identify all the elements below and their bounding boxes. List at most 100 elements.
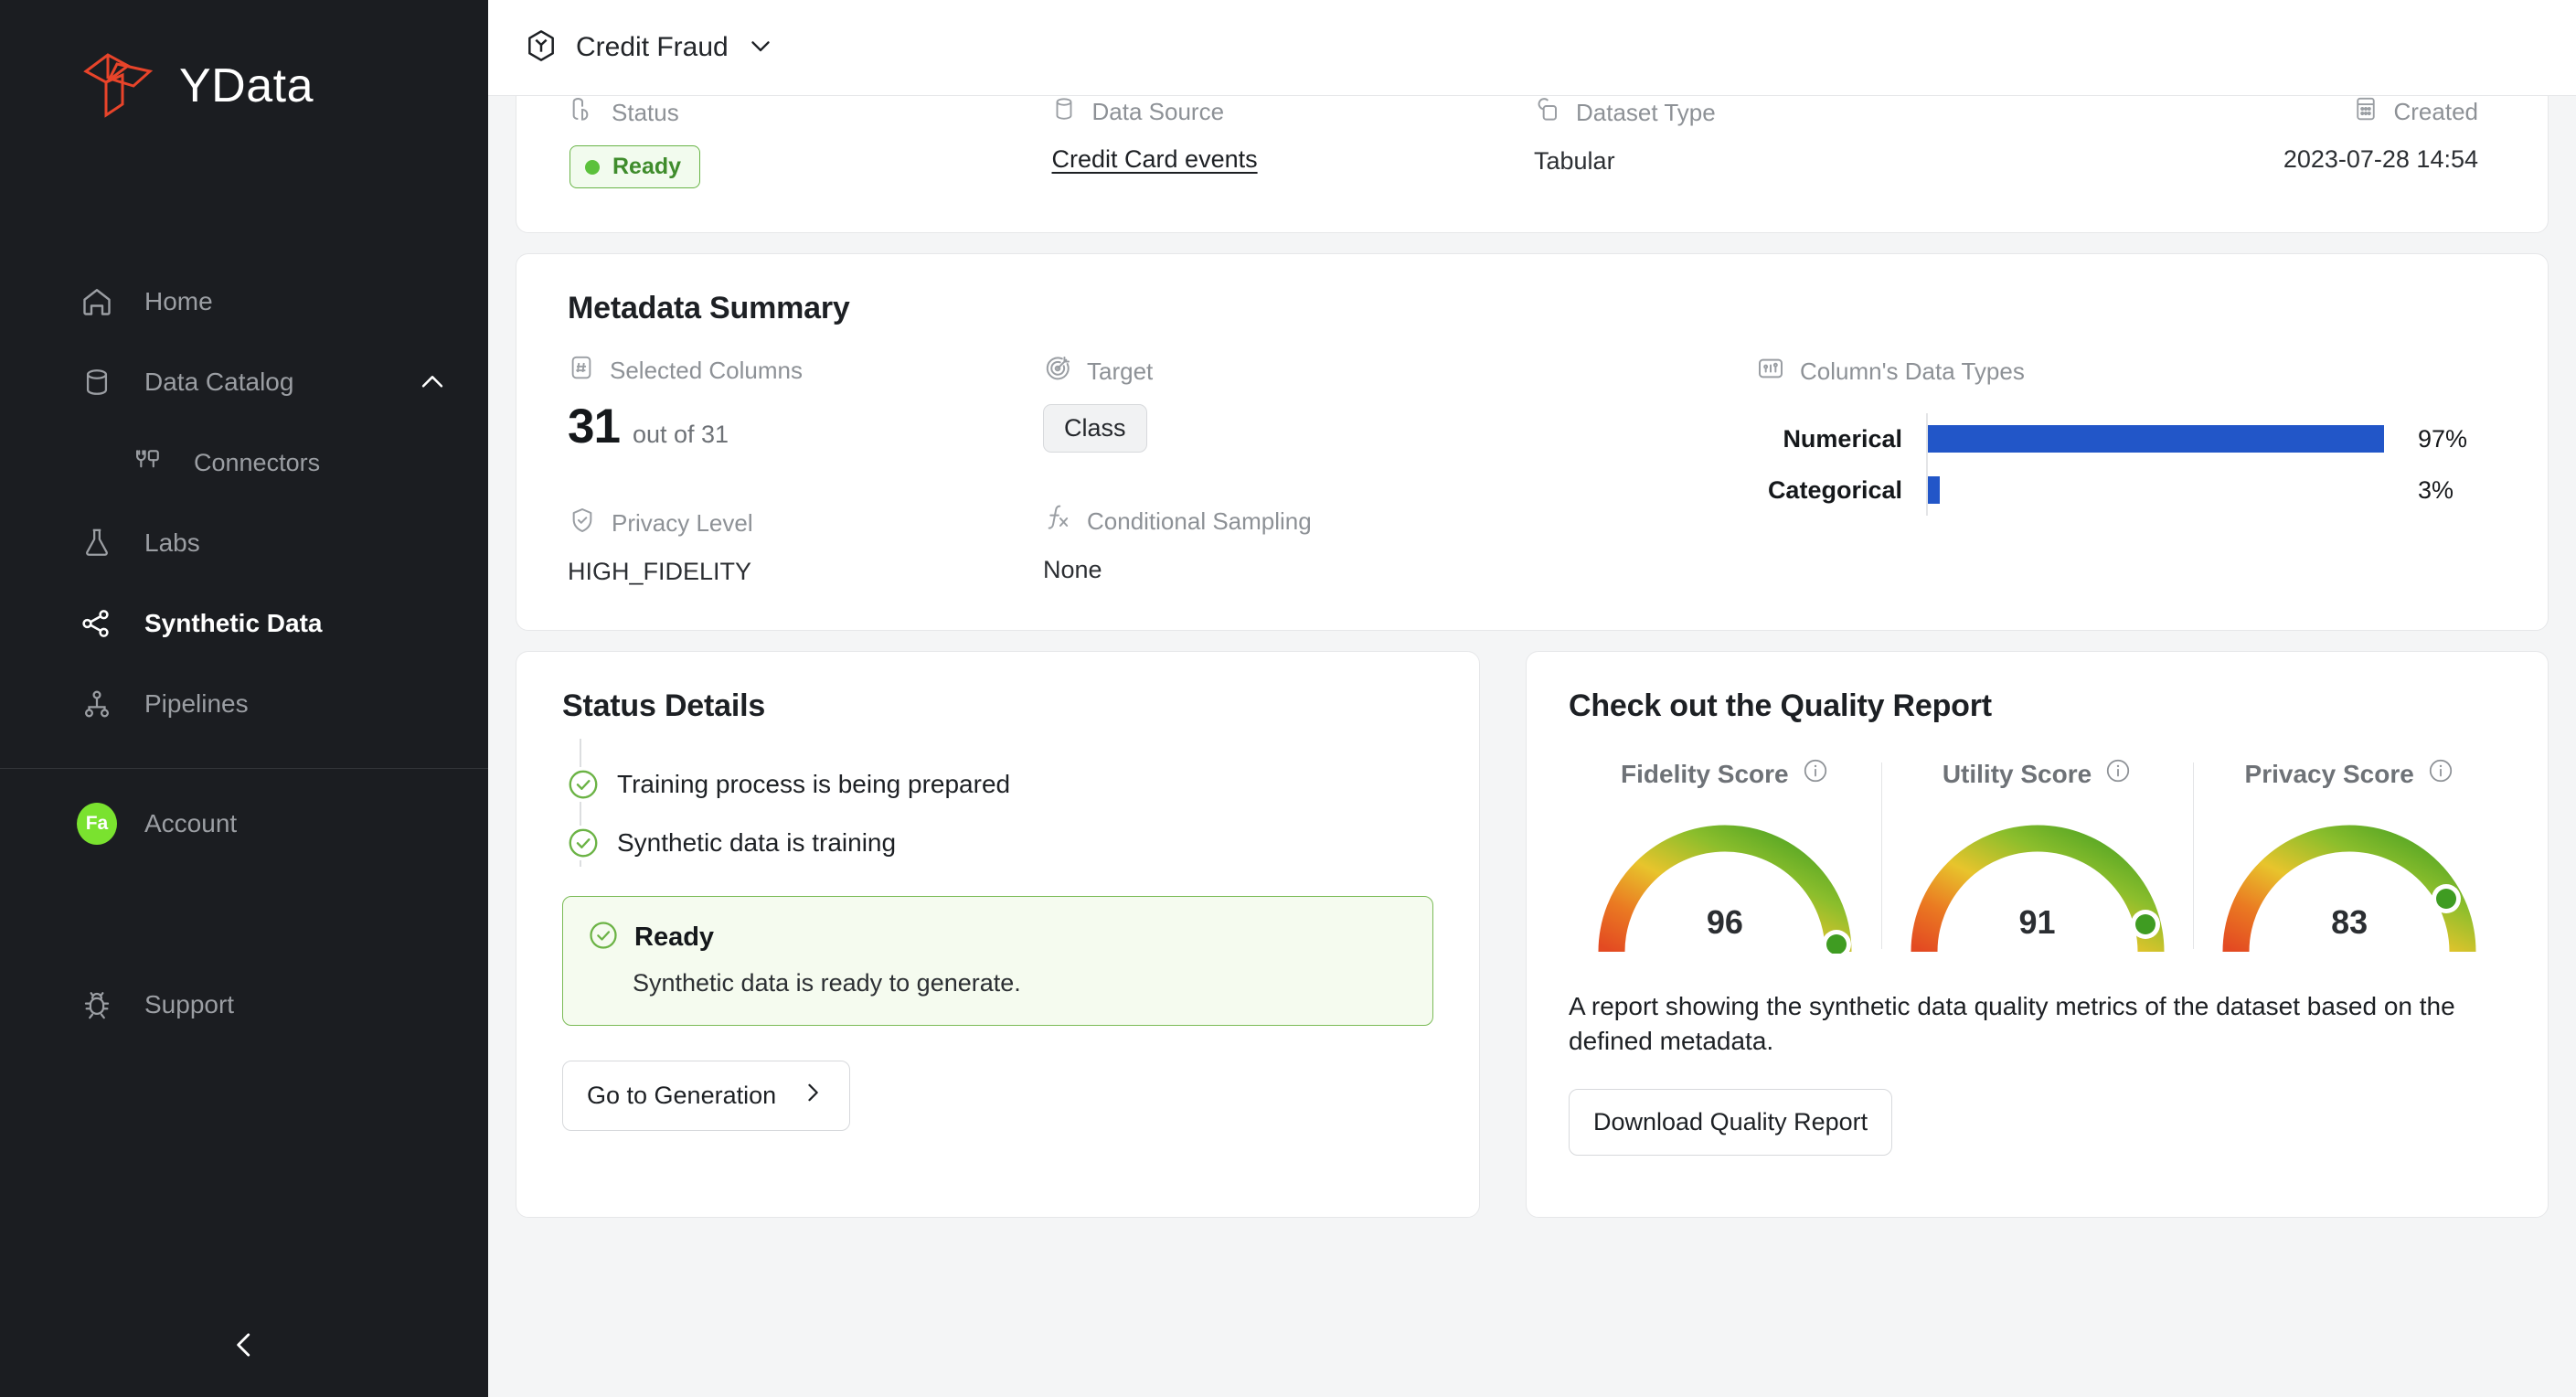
sidebar-nav: Home Data Catalog Connectors Labs Synthe…: [0, 261, 488, 1045]
sidebar-item-label: Support: [144, 990, 235, 1018]
target-icon: [1043, 354, 1072, 389]
info-icon[interactable]: [1802, 757, 1829, 791]
conditional-sampling-value: None: [1043, 556, 1102, 583]
info-field-status: Status Ready: [568, 96, 1050, 188]
field-label: Status: [568, 96, 1050, 131]
bar-category-label: Categorical: [1767, 475, 1902, 504]
chevron-right-icon: [800, 1080, 825, 1112]
status-ready-description: Synthetic data is ready to generate.: [633, 969, 1021, 997]
gauge-fidelity-score: Fidelity Score 96: [1569, 757, 1881, 959]
data-source-link[interactable]: Credit Card events: [1052, 145, 1258, 173]
check-circle-icon: [566, 767, 601, 802]
field-label: Dataset Type: [1532, 96, 2015, 131]
data-source-value[interactable]: Credit Card events: [1050, 129, 1533, 174]
field-label: Privacy Level: [568, 506, 1043, 541]
info-field-data-source: Data Source Credit Card events: [1050, 96, 1533, 174]
metadata-summary-title: Metadata Summary: [568, 291, 850, 325]
status-ready-head: Ready: [587, 919, 1405, 956]
info-icon[interactable]: [2427, 757, 2454, 791]
info-field-created: Created 2023-07-28 14:54: [2015, 96, 2497, 174]
chart-bar-row: Categorical 3%: [1756, 464, 2496, 516]
sidebar-item-support[interactable]: Support: [0, 965, 488, 1045]
chart-bar-row: Numerical 97%: [1756, 413, 2496, 464]
sidebar-item-label: Connectors: [194, 448, 321, 476]
gauge-label: Privacy Score: [2245, 757, 2454, 791]
info-icon[interactable]: [2104, 757, 2132, 791]
selected-columns-value: 31 out of 31: [568, 388, 1043, 454]
sidebar-item-synthetic-data[interactable]: Synthetic Data: [0, 583, 488, 664]
sidebar-item-pipelines[interactable]: Pipelines: [0, 664, 488, 744]
avatar-initials: Fa: [77, 803, 117, 845]
database-icon: [77, 367, 117, 398]
database-icon: [1050, 96, 1078, 129]
status-step-label: Synthetic data is training: [617, 828, 897, 857]
quality-report-description: A report showing the synthetic data qual…: [1569, 992, 2455, 1056]
metadata-column-1: Selected Columns 31 out of 31 Privacy Le…: [568, 354, 1043, 586]
info-field-dataset-type: Dataset Type Tabular: [1532, 96, 2015, 176]
field-label: Column's Data Types: [1756, 354, 2496, 389]
chevron-left-icon: [227, 1328, 261, 1367]
sidebar: YData Home Data Catalog Connectors Labs …: [0, 0, 488, 1397]
ydata-logo-icon: [77, 48, 159, 124]
flask-icon: [77, 528, 117, 559]
bar-track: [1926, 413, 2398, 464]
bar-category-label: Numerical: [1783, 424, 1902, 453]
gauge-privacy-score: Privacy Score 83: [2193, 757, 2506, 958]
sidebar-item-labs[interactable]: Labs: [0, 503, 488, 583]
status-step: Synthetic data is training: [566, 814, 1433, 872]
status-badge-label: Ready: [612, 154, 682, 179]
page-scroll-area[interactable]: Status Ready Data Source Credit Card eve…: [488, 96, 2576, 1397]
bar-fill: [1926, 476, 1941, 504]
sidebar-item-connectors[interactable]: Connectors: [0, 422, 488, 503]
metadata-target: Target Class: [1043, 354, 1756, 453]
quality-report-title: Check out the Quality Report: [1569, 688, 1992, 723]
download-quality-report-button[interactable]: Download Quality Report: [1569, 1088, 1893, 1156]
metadata-conditional-sampling: Conditional Sampling None: [1043, 504, 1756, 584]
brand-logo[interactable]: YData: [0, 0, 488, 124]
sidebar-collapse-button[interactable]: [0, 1296, 488, 1397]
cube-icon: [523, 27, 559, 69]
quality-report-card: Check out the Quality Report Fidelity Sc…: [1526, 651, 2549, 1218]
project-selector[interactable]: Credit Fraud: [523, 27, 776, 69]
status-dot-icon: [585, 159, 600, 175]
go-to-generation-label: Go to Generation: [587, 1082, 777, 1109]
sidebar-divider: [0, 768, 488, 769]
sidebar-item-account[interactable]: Fa Account: [0, 784, 488, 864]
sidebar-item-home[interactable]: Home: [0, 261, 488, 342]
dataset-type-value: Tabular: [1534, 147, 1615, 175]
bar-chart-icon: [1756, 354, 1785, 389]
metadata-column-3: Column's Data Types Numerical 97% Catego…: [1756, 354, 2496, 586]
go-to-generation-button[interactable]: Go to Generation: [562, 1061, 851, 1131]
bottom-cards-row: Status Details Training process is being…: [516, 651, 2549, 1218]
status-steps: Training process is being prepared Synth…: [562, 739, 1433, 872]
bar-fill: [1926, 425, 2384, 453]
data-types-chart: Numerical 97% Categorical 3%: [1756, 413, 2496, 516]
check-circle-icon: [587, 919, 620, 956]
quality-gauges: Fidelity Score 96 Utility Score 91 Priva…: [1569, 757, 2506, 959]
gauge-label: Utility Score: [1943, 757, 2132, 791]
target-chip: Class: [1043, 404, 1147, 453]
topbar: Credit Fraud: [488, 0, 2576, 96]
field-label: Target: [1043, 354, 1756, 389]
project-title: Credit Fraud: [576, 32, 729, 62]
sidebar-item-label: Synthetic Data: [144, 609, 323, 637]
metadata-grid: Selected Columns 31 out of 31 Privacy Le…: [568, 354, 2496, 586]
status-icon: [568, 96, 597, 131]
brand-name: YData: [179, 59, 314, 112]
status-details-title: Status Details: [562, 688, 766, 723]
selected-columns-count: 31: [568, 400, 621, 453]
chevron-up-icon[interactable]: [417, 367, 448, 398]
app-root: YData Home Data Catalog Connectors Labs …: [0, 0, 2576, 1397]
plug-icon: [126, 447, 166, 478]
field-label: Selected Columns: [568, 354, 1043, 388]
dataset-info-card: Status Ready Data Source Credit Card eve…: [516, 96, 2549, 233]
status-step: Training process is being prepared: [566, 755, 1433, 814]
selected-columns-total: out of 31: [632, 421, 729, 448]
sidebar-item-label: Account: [144, 809, 238, 837]
sidebar-item-data-catalog[interactable]: Data Catalog: [0, 342, 488, 422]
chevron-down-icon[interactable]: [745, 30, 776, 66]
created-value: 2023-07-28 14:54: [2283, 145, 2478, 173]
metadata-column-2: Target Class Conditional Sampling None: [1043, 354, 1756, 586]
metadata-selected-columns: Selected Columns 31 out of 31: [568, 354, 1043, 454]
bug-icon: [77, 989, 117, 1020]
